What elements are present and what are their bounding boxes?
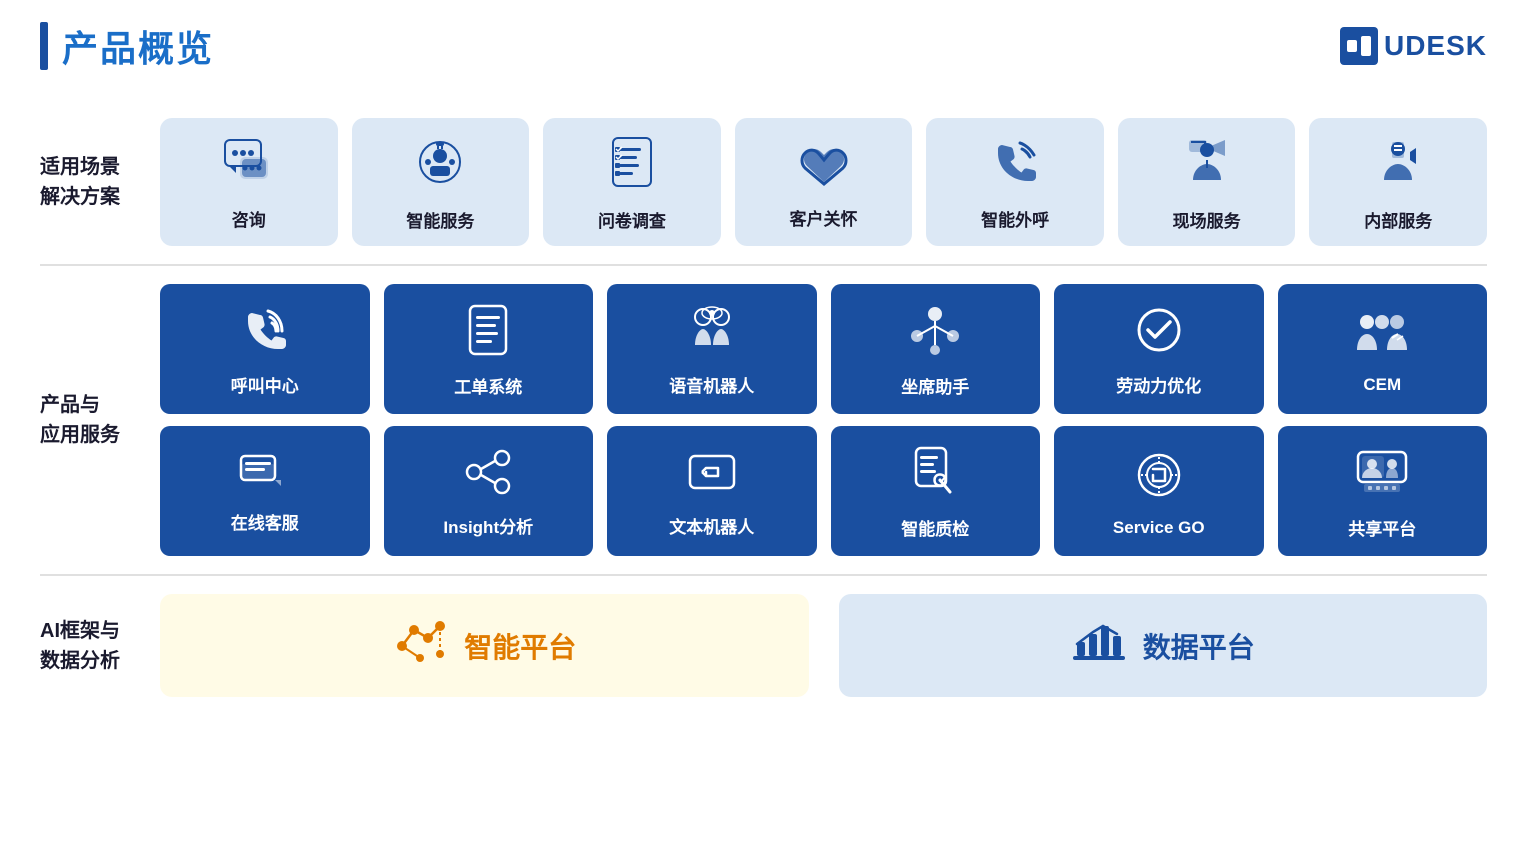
onsite-icon [1181,136,1233,197]
survey-icon [609,136,655,197]
consulting-icon [222,137,276,196]
smart-qc-label: 智能质检 [901,515,969,540]
card-cem[interactable]: CEM [1278,284,1488,414]
card-shared[interactable]: 共享平台 [1278,426,1488,556]
card-call-center[interactable]: 呼叫中心 [160,284,370,414]
insight-label: Insight分析 [443,513,533,538]
card-voice-robot[interactable]: 语音机器人 [607,284,817,414]
product-row-1: 呼叫中心 工单系统 [160,284,1487,414]
internal-label: 内部服务 [1364,207,1432,232]
card-survey[interactable]: 问卷调查 [543,118,721,246]
smart-call-label: 智能外呼 [981,206,1049,231]
service-go-icon [1133,449,1185,508]
card-smart-qc[interactable]: 智能质检 [831,426,1041,556]
smart-qc-icon [912,446,958,505]
scene-cards: 咨询 智能服务 [160,118,1487,246]
card-insight[interactable]: Insight分析 [384,426,594,556]
ai-cards: 智能平台 数据平台 [160,594,1487,697]
card-consulting[interactable]: 咨询 [160,118,338,246]
online-service-icon [239,452,291,499]
card-text-robot[interactable]: 文本机器人 [607,426,817,556]
card-smart-service[interactable]: 智能服务 [352,118,530,246]
shared-label: 共享平台 [1348,515,1416,540]
service-go-label: Service GO [1113,518,1205,538]
care-label: 客户关怀 [790,205,858,230]
shared-icon [1354,446,1410,505]
card-service-go[interactable]: Service GO [1054,426,1264,556]
ai-row: AI框架与 数据分析 [40,576,1487,715]
card-care[interactable]: 客户关怀 [735,118,913,246]
online-service-label: 在线客服 [231,509,299,534]
data-platform-label: 数据平台 [1143,626,1255,666]
logo-text: UDESK [1384,30,1487,62]
card-workforce[interactable]: 劳动力优化 [1054,284,1264,414]
cem-label: CEM [1363,375,1401,395]
card-smart-call[interactable]: 智能外呼 [926,118,1104,246]
ticket-label: 工单系统 [454,373,522,398]
card-agent-assist[interactable]: 坐席助手 [831,284,1041,414]
insight-icon [464,448,512,503]
smart-platform-icon [392,616,448,675]
smart-call-icon [990,137,1040,196]
scene-row: 适用场景 解决方案 [40,100,1487,266]
card-online-service[interactable]: 在线客服 [160,426,370,556]
page-title: 产品概览 [62,20,214,72]
workforce-icon [1134,305,1184,362]
survey-label: 问卷调查 [598,207,666,232]
text-robot-icon [688,448,736,503]
care-icon [797,138,851,195]
card-internal[interactable]: 内部服务 [1309,118,1487,246]
data-platform-icon [1071,616,1127,675]
ai-card-data[interactable]: 数据平台 [839,594,1488,697]
scene-label: 适用场景 解决方案 [40,118,160,246]
title-container: 产品概览 [40,20,214,72]
call-center-icon [240,305,290,362]
internal-icon [1372,136,1424,197]
ai-card-smart[interactable]: 智能平台 [160,594,809,697]
logo: UDESK [1340,27,1487,65]
text-robot-label: 文本机器人 [669,513,754,538]
card-ticket[interactable]: 工单系统 [384,284,594,414]
voice-robot-icon [685,305,739,362]
title-accent [40,22,48,70]
consulting-label: 咨询 [232,206,266,231]
smart-platform-label: 智能平台 [464,626,576,666]
header: 产品概览 UDESK [40,20,1487,72]
product-label: 产品与 应用服务 [40,284,160,556]
product-rows: 呼叫中心 工单系统 [160,284,1487,556]
cem-icon [1353,308,1411,365]
call-center-label: 呼叫中心 [231,372,299,397]
main-grid: 适用场景 解决方案 [40,100,1487,715]
smart-service-label: 智能服务 [406,207,474,232]
onsite-label: 现场服务 [1173,207,1241,232]
ai-label: AI框架与 数据分析 [40,594,160,697]
product-row: 产品与 应用服务 呼叫中心 [40,266,1487,576]
workforce-label: 劳动力优化 [1116,372,1201,397]
ticket-icon [466,304,510,363]
product-row-2: 在线客服 Insight分析 [160,426,1487,556]
voice-robot-label: 语音机器人 [669,372,754,397]
smart-service-icon [414,136,466,197]
agent-assist-icon [909,304,961,363]
agent-assist-label: 坐席助手 [901,373,969,398]
logo-icon [1340,27,1378,65]
card-onsite[interactable]: 现场服务 [1118,118,1296,246]
